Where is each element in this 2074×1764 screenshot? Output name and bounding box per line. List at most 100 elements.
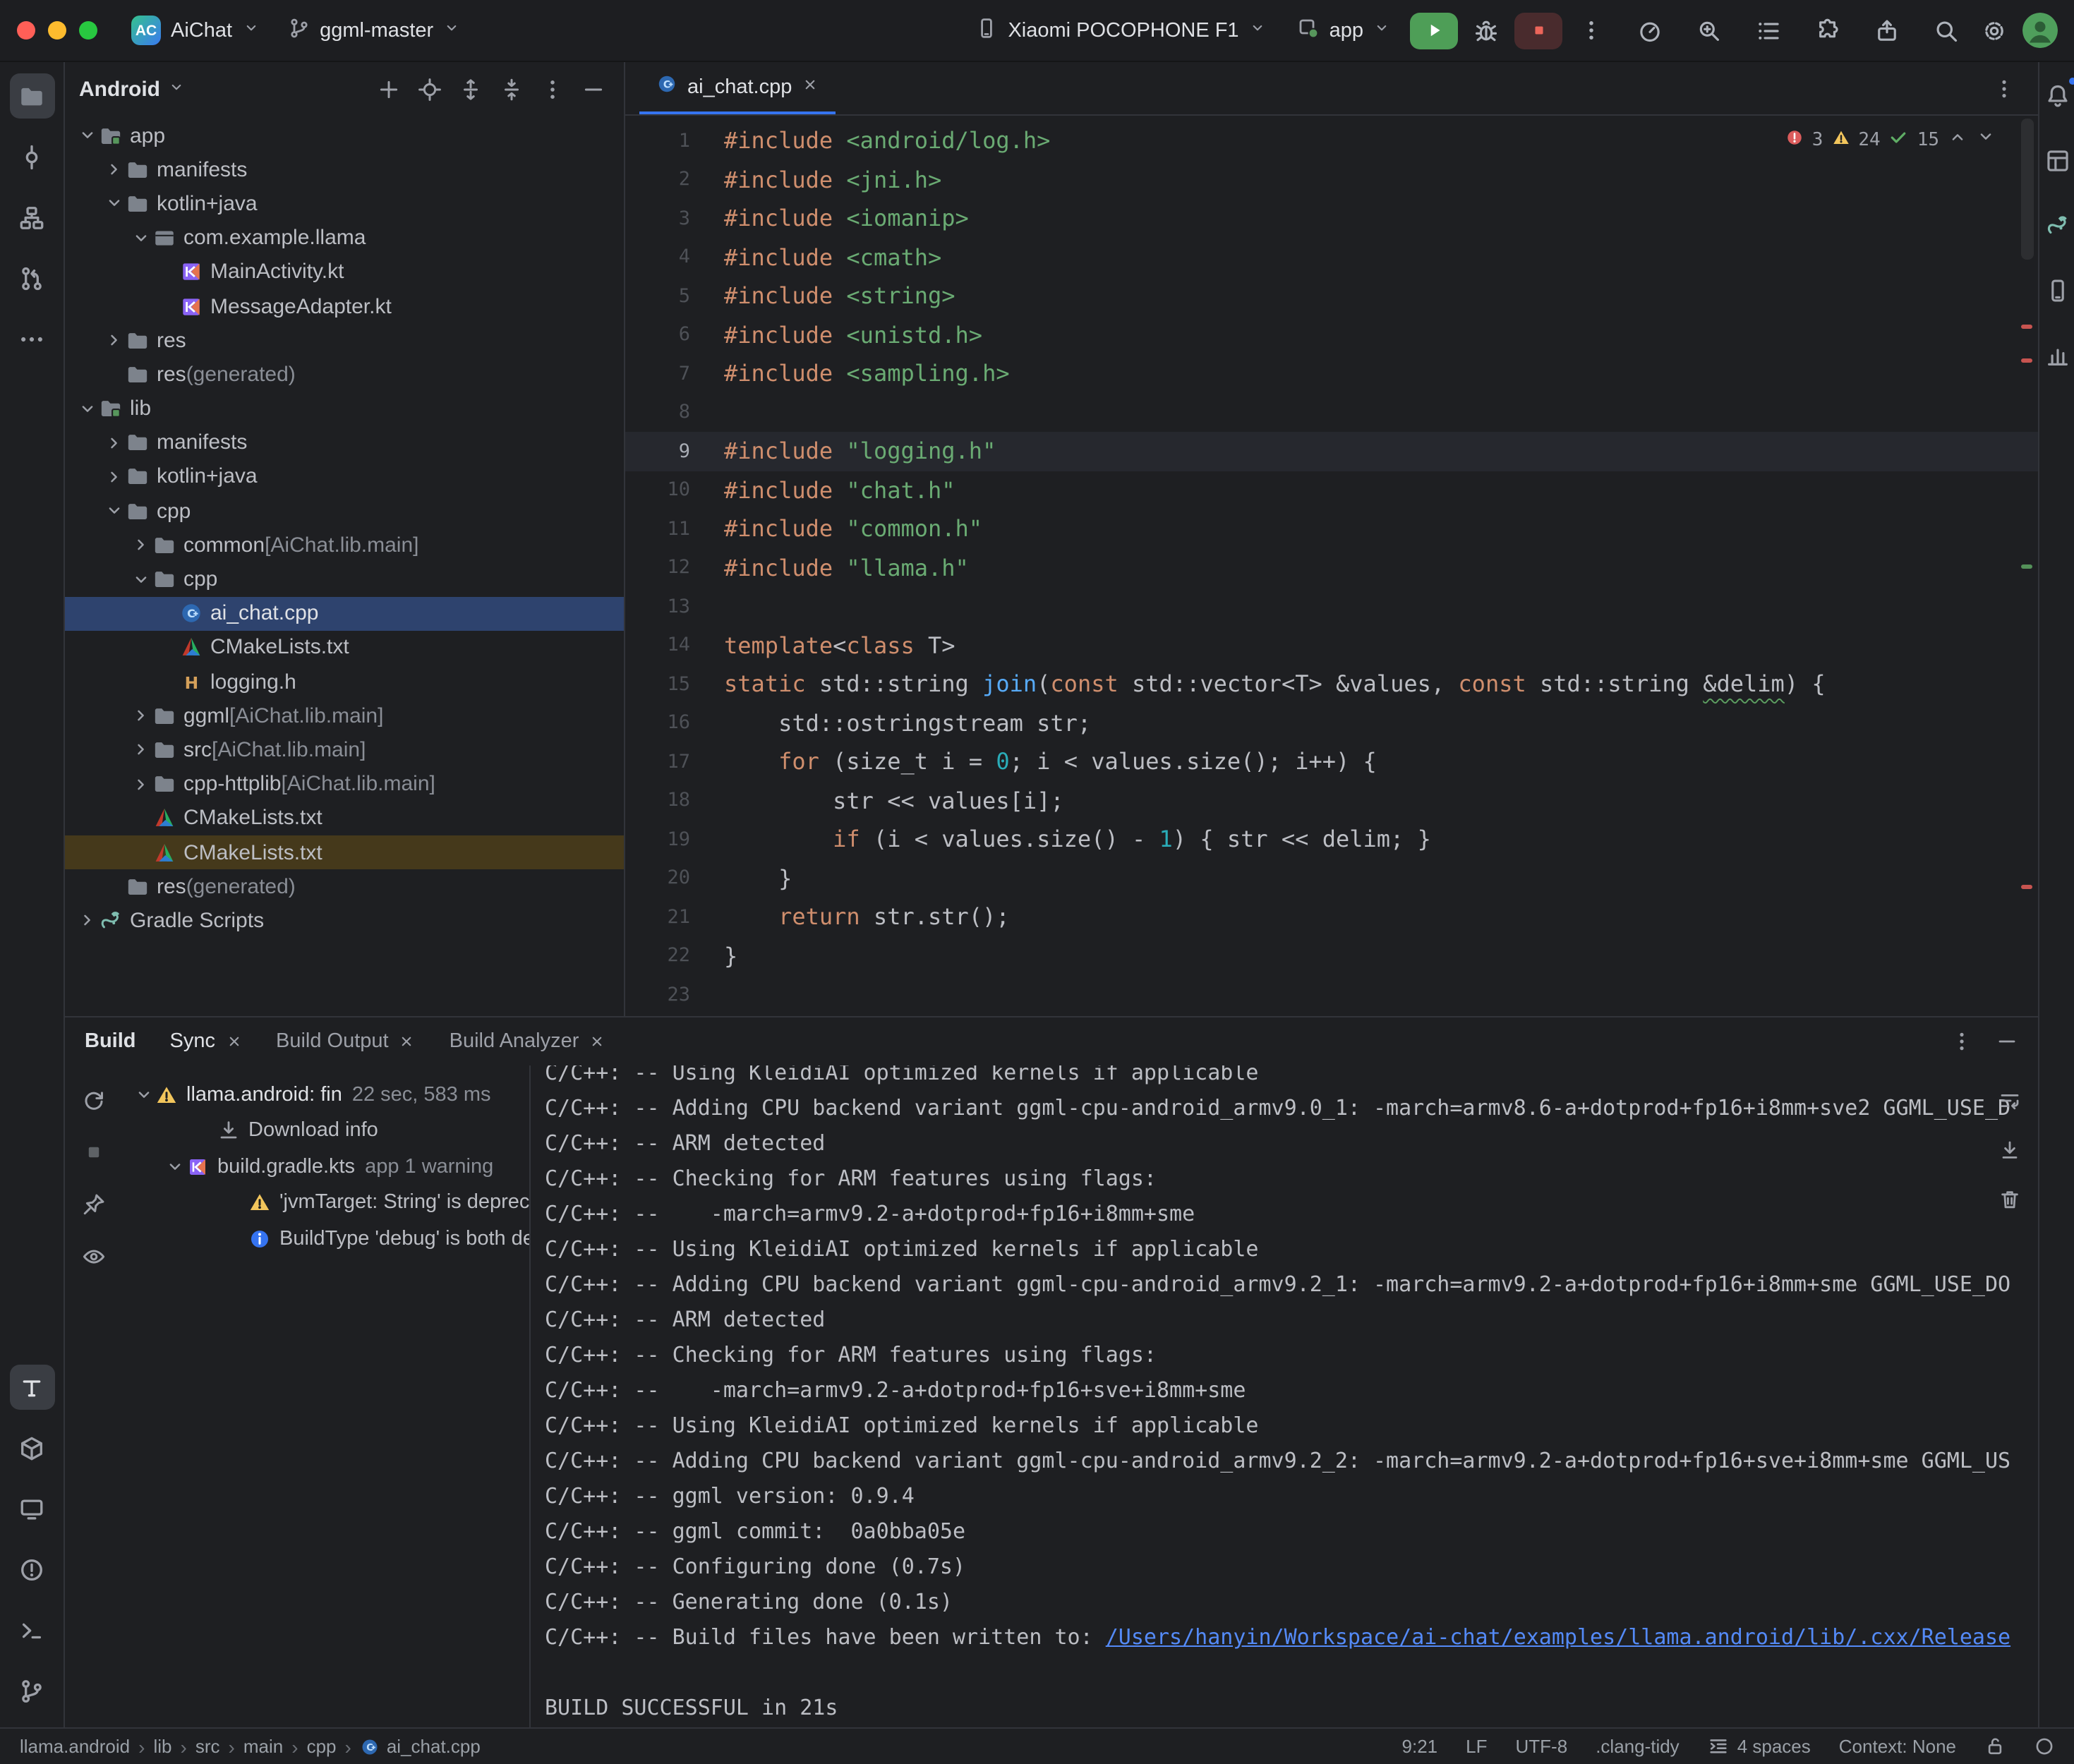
statusbar-caret-position[interactable]: 9:21 (1402, 1736, 1438, 1757)
code-line-6[interactable]: 6#include <unistd.h> (625, 315, 2038, 354)
build-tree-item-llama-android-fin[interactable]: llama.android: fin22 sec, 583 ms (121, 1077, 529, 1113)
ai-assistant-tool-button[interactable] (9, 1365, 54, 1410)
notifications-button[interactable] (2040, 79, 2074, 113)
share-button[interactable] (1867, 12, 1907, 49)
line-number[interactable]: 20 (625, 867, 724, 890)
line-number[interactable]: 9 (625, 440, 724, 463)
chevron-right-icon[interactable] (104, 433, 124, 453)
search-everywhere-button[interactable] (1927, 12, 1966, 49)
line-number[interactable]: 17 (625, 751, 724, 773)
line-number[interactable]: 19 (625, 828, 724, 851)
vcs-branch-selector[interactable]: ggml-master (276, 11, 471, 50)
build-tree-item-build-gradle-kts[interactable]: build.gradle.ktsapp 1 warning (121, 1149, 529, 1185)
code-line-8[interactable]: 8 (625, 393, 2038, 432)
select-opened-file-button[interactable] (412, 72, 446, 106)
add-button[interactable] (371, 72, 405, 106)
line-number[interactable]: 12 (625, 557, 724, 579)
kebab-icon[interactable] (1951, 1030, 1973, 1053)
tree-item-lib[interactable]: lib (65, 392, 624, 425)
tree-item-manifests[interactable]: manifests (65, 425, 624, 459)
line-number[interactable]: 14 (625, 634, 724, 657)
chevron-down-icon[interactable] (134, 1085, 154, 1105)
soft-wrap-button[interactable] (1993, 1085, 2027, 1116)
breadcrumb-ai-chat-cpp[interactable]: Cai_chat.cpp (360, 1736, 481, 1757)
code-line-19[interactable]: 19 if (i < values.size() - 1) { str << d… (625, 820, 2038, 859)
line-number[interactable]: 23 (625, 984, 724, 1006)
breadcrumb-cpp[interactable]: cpp (307, 1736, 337, 1757)
code-line-21[interactable]: 21 return str.str(); (625, 898, 2038, 936)
line-number[interactable]: 2 (625, 169, 724, 191)
build-panel-title[interactable]: Build (85, 1030, 136, 1053)
editor-scrollbar[interactable] (2018, 116, 2035, 1016)
tree-item-cpp-httplib-aichat-lib-main[interactable]: cpp-httplib [AiChat.lib.main] (65, 767, 624, 801)
terminal-tool-button[interactable] (9, 1607, 54, 1653)
line-number[interactable]: 6 (625, 324, 724, 346)
tree-item-cpp[interactable]: cpp (65, 494, 624, 528)
settings-button[interactable] (1974, 12, 2014, 49)
minimize-window-button[interactable] (48, 21, 66, 40)
chevron-right-icon[interactable] (131, 774, 151, 794)
project-view-selector[interactable]: Android (79, 77, 184, 101)
line-number[interactable]: 4 (625, 246, 724, 269)
user-avatar[interactable] (2022, 13, 2058, 48)
code-line-23[interactable]: 23 (625, 975, 2038, 1014)
commit-tool-button[interactable] (9, 134, 54, 179)
structure-tool-button[interactable] (9, 195, 54, 240)
code-line-12[interactable]: 12#include "llama.h" (625, 548, 2038, 587)
code-line-2[interactable]: 2#include <jni.h> (625, 160, 2038, 199)
profiler-button[interactable] (1630, 12, 1670, 49)
code-line-10[interactable]: 10#include "chat.h" (625, 471, 2038, 509)
plugins-button[interactable] (1808, 12, 1847, 49)
tree-item-app[interactable]: app (65, 119, 624, 152)
stop-button[interactable] (1514, 12, 1562, 49)
build-tab-sync[interactable]: Sync (170, 1030, 243, 1053)
project-options-button[interactable] (535, 72, 569, 106)
line-number[interactable]: 21 (625, 906, 724, 929)
todo-button[interactable] (1749, 12, 1788, 49)
gradle-button[interactable] (2040, 209, 2074, 243)
chevron-right-icon[interactable] (104, 467, 124, 487)
previous-problem-icon[interactable] (1948, 127, 1967, 147)
pin-tab-button[interactable] (75, 1187, 111, 1221)
tree-item-src-aichat-lib-main[interactable]: src [AiChat.lib.main] (65, 733, 624, 767)
build-console[interactable]: C/C++: -- Using KleidiAI optimized kerne… (531, 1065, 2038, 1727)
close-tab-icon[interactable] (399, 1033, 416, 1050)
app-insights-button[interactable] (2040, 339, 2074, 373)
stop-build-button[interactable] (75, 1135, 111, 1168)
hide-panel-icon[interactable] (1996, 1030, 2018, 1053)
chevron-right-icon[interactable] (131, 740, 151, 760)
statusbar-file-lock-status[interactable] (1984, 1736, 2006, 1757)
code-line-4[interactable]: 4#include <cmath> (625, 238, 2038, 277)
statusbar-resolve-context[interactable]: Context: None (1839, 1736, 1956, 1757)
line-number[interactable]: 1 (625, 130, 724, 152)
line-number[interactable]: 11 (625, 518, 724, 540)
line-number[interactable]: 8 (625, 401, 724, 424)
run-button[interactable] (1410, 12, 1458, 49)
line-number[interactable]: 3 (625, 207, 724, 230)
scrollbar-thumb[interactable] (2021, 119, 2034, 260)
tree-item-mainactivity-kt[interactable]: MainActivity.kt (65, 255, 624, 289)
debug-button[interactable] (1466, 12, 1506, 49)
code-line-17[interactable]: 17 for (size_t i = 0; i < values.size();… (625, 742, 2038, 781)
code-line-9[interactable]: 9#include "logging.h" (625, 432, 2038, 471)
code-line-22[interactable]: 22} (625, 936, 2038, 975)
line-number[interactable]: 10 (625, 479, 724, 502)
tree-item-cmakelists-txt[interactable]: CMakeLists.txt (65, 631, 624, 665)
chevron-down-icon[interactable] (131, 228, 151, 248)
version-control-tool-button[interactable] (9, 1668, 54, 1713)
build-tab-build-analyzer[interactable]: Build Analyzer (450, 1030, 606, 1053)
tree-item-res-generated[interactable]: res (generated) (65, 869, 624, 903)
tree-item-ai-chat-cpp[interactable]: Cai_chat.cpp (65, 596, 624, 630)
tree-item-messageadapter-kt[interactable]: MessageAdapter.kt (65, 289, 624, 323)
chevron-down-icon[interactable] (78, 399, 97, 418)
problems-tool-button[interactable] (9, 1547, 54, 1592)
breadcrumb-lib[interactable]: lib (153, 1736, 171, 1757)
line-number[interactable]: 16 (625, 712, 724, 735)
line-number[interactable]: 18 (625, 790, 724, 812)
code-line-14[interactable]: 14template<class T> (625, 626, 2038, 665)
device-selector[interactable]: Xiaomi POCOPHONE F1 (964, 11, 1277, 50)
pull-requests-tool-button[interactable] (9, 255, 54, 301)
breadcrumb-main[interactable]: main (243, 1736, 283, 1757)
chevron-right-icon[interactable] (104, 330, 124, 350)
expand-all-button[interactable] (453, 72, 487, 106)
